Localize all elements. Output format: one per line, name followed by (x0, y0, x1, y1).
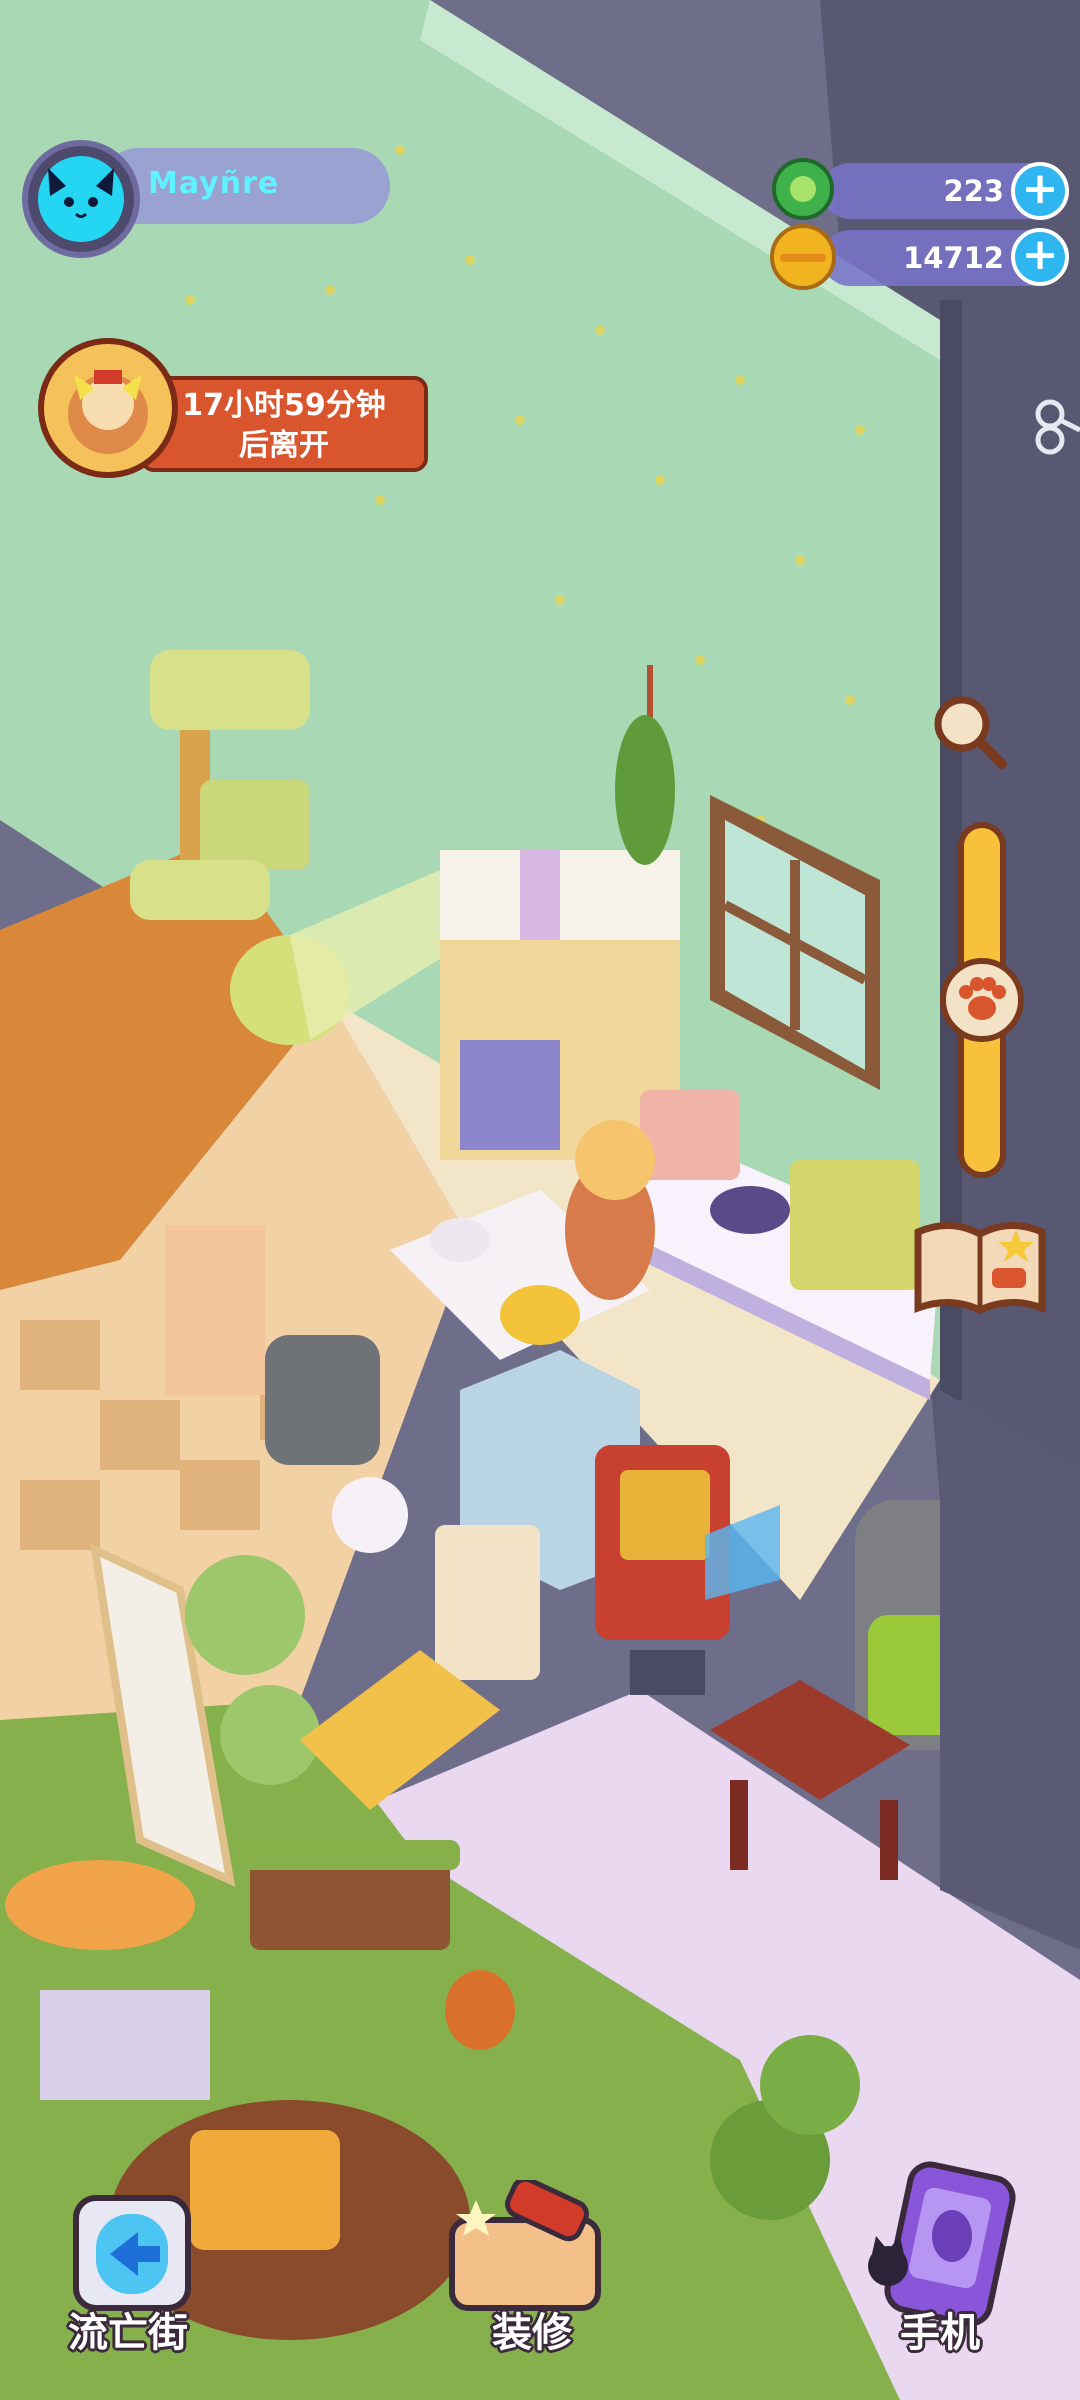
guidebook-icon[interactable] (910, 1212, 1050, 1322)
timer-line-1: 17小时59分钟 (182, 388, 386, 423)
cat-avatar-icon (38, 156, 124, 242)
visitor-timer: 17小时59分钟 后离开 (140, 376, 428, 472)
player-name: Mayñre (148, 166, 280, 201)
timer-line-2: 后离开 (239, 428, 329, 463)
side-scissors-icon[interactable] (1030, 390, 1080, 460)
exile-street-label[interactable]: 流亡街 (68, 2300, 188, 2358)
phone-label[interactable]: 手机 (900, 2300, 980, 2358)
decorate-label[interactable]: 装修 (492, 2300, 572, 2358)
gold-coin-amount: 14712 (903, 241, 1004, 275)
green-gem-amount: 223 (943, 174, 1004, 208)
portal-door-icon (73, 2195, 191, 2311)
visitor-avatar[interactable] (38, 338, 178, 478)
add-coins-button[interactable]: + (1011, 228, 1069, 286)
add-gems-button[interactable]: + (1011, 162, 1069, 220)
exile-street-button[interactable] (62, 2178, 202, 2318)
decorate-button[interactable] (440, 2176, 610, 2320)
paint-roller-icon (449, 2176, 601, 2311)
green-gem-icon (772, 158, 834, 220)
paw-zoom-handle-icon[interactable] (940, 958, 1024, 1042)
gold-coin-icon (770, 224, 836, 290)
search-icon[interactable] (930, 692, 1010, 772)
